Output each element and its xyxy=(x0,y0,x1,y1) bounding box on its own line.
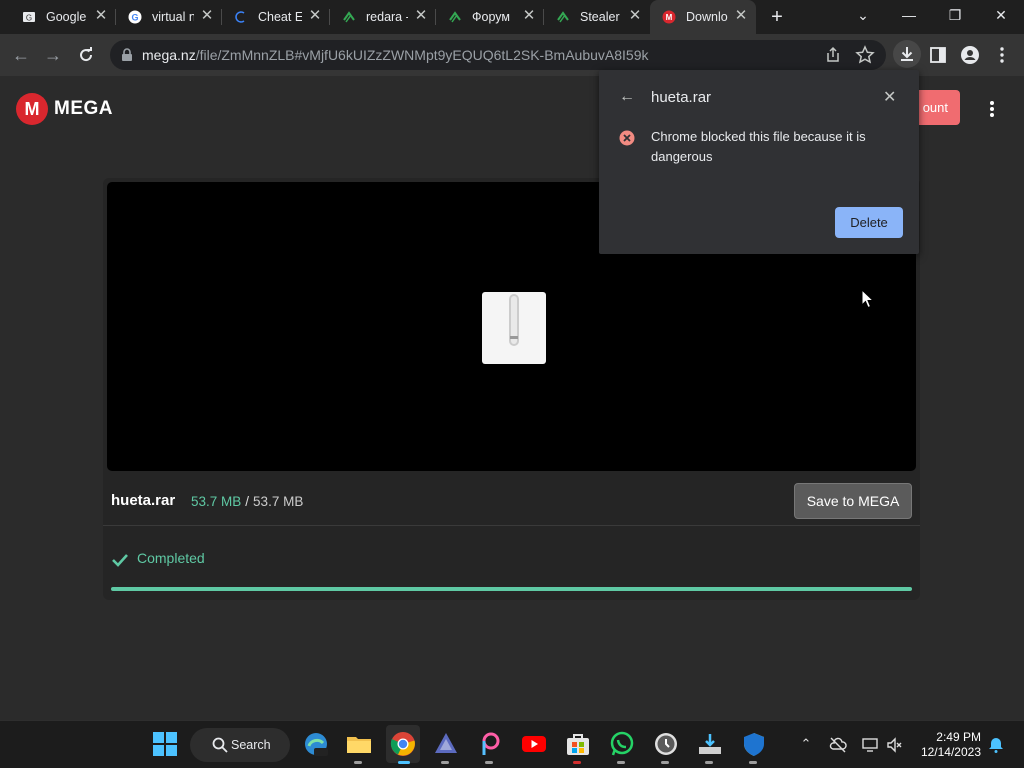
tab-close-icon[interactable]: ✕ xyxy=(733,8,749,24)
downloaded-size: 53.7 MB xyxy=(191,494,242,509)
address-bar[interactable]: mega.nz/file/ZmMnnZLB#vMjfU6kUIZzZWNMpt9… xyxy=(110,40,886,70)
close-window-button[interactable]: ✕ xyxy=(978,0,1024,30)
windows-taskbar: Search ⌃ 2:49 PM 12/14/2023 xyxy=(0,720,1024,768)
search-icon xyxy=(212,737,228,753)
tab-forum[interactable]: Форум ✕ xyxy=(436,0,544,34)
picsart-icon[interactable] xyxy=(477,731,503,757)
delete-button[interactable]: Delete xyxy=(835,207,903,238)
mega-favicon-icon: M xyxy=(662,10,676,24)
mega-logo-icon[interactable]: M xyxy=(16,93,48,125)
more-menu-icon[interactable] xyxy=(986,100,998,118)
mega-logo-text[interactable]: MEGA xyxy=(54,98,113,120)
back-button[interactable]: ← xyxy=(10,44,32,66)
back-arrow-icon[interactable]: ← xyxy=(619,88,635,106)
tab-search-icon[interactable]: ⌄ xyxy=(840,0,886,30)
google-favicon-icon: G xyxy=(128,10,142,24)
clock-time: 2:49 PM xyxy=(936,730,981,744)
tab-close-icon[interactable]: ✕ xyxy=(307,8,323,24)
clock-app-icon[interactable] xyxy=(653,731,679,757)
download-icon xyxy=(901,47,913,61)
tab-label: Форум xyxy=(472,10,510,24)
notification-bell-icon[interactable] xyxy=(987,736,1005,754)
tab-close-icon[interactable]: ✕ xyxy=(521,8,537,24)
tab-close-icon[interactable]: ✕ xyxy=(199,8,215,24)
total-size: 53.7 MB xyxy=(253,494,304,509)
tab-label: Downlo xyxy=(686,10,728,24)
progress-bar xyxy=(111,587,912,591)
tab-close-icon[interactable]: ✕ xyxy=(627,8,643,24)
blocked-message: Chrome blocked this file because it is d… xyxy=(651,129,866,164)
save-to-mega-button[interactable]: Save to MEGA xyxy=(794,483,912,519)
forward-button[interactable]: → xyxy=(42,44,64,66)
archive-file-icon xyxy=(482,292,546,364)
bookmark-star-icon[interactable] xyxy=(854,44,876,66)
tab-stealer[interactable]: Stealer ✕ xyxy=(544,0,650,34)
forum-favicon-icon xyxy=(343,11,355,23)
close-icon[interactable]: ✕ xyxy=(883,87,896,107)
tab-label: Cheat E xyxy=(258,10,302,24)
file-name: hueta.rar xyxy=(111,492,176,509)
tab-label: Stealer xyxy=(580,10,620,24)
system-clock[interactable]: 2:49 PM 12/14/2023 xyxy=(916,730,981,760)
check-icon xyxy=(112,554,128,567)
tab-label: redara - xyxy=(366,10,408,24)
svg-text:M: M xyxy=(666,13,673,22)
file-info-bar: hueta.rar 53.7 MB/53.7 MB Save to MEGA xyxy=(103,476,920,526)
tab-strip: G Google ✕ G virtual n ✕ Cheat E ✕ redar… xyxy=(0,0,1024,34)
download-bubble: ← hueta.rar ✕ Chrome blocked this file b… xyxy=(599,70,919,254)
side-panel-icon[interactable] xyxy=(927,44,949,66)
windows-start-icon[interactable] xyxy=(152,731,178,757)
affinity-designer-icon[interactable] xyxy=(433,731,459,757)
chrome-menu-icon[interactable] xyxy=(991,44,1013,66)
error-icon xyxy=(619,130,635,146)
chrome-icon[interactable] xyxy=(390,731,416,757)
forum-favicon-icon xyxy=(449,11,461,23)
restore-button[interactable]: ❐ xyxy=(932,0,978,30)
tab-close-icon[interactable]: ✕ xyxy=(93,8,109,24)
mouse-cursor-icon xyxy=(861,289,874,309)
share-icon[interactable] xyxy=(822,44,844,66)
minimize-button[interactable]: — xyxy=(886,0,932,30)
svg-text:G: G xyxy=(26,14,32,23)
reload-button[interactable] xyxy=(75,44,97,66)
tab-close-icon[interactable]: ✕ xyxy=(413,8,429,24)
url-text: mega.nz/file/ZmMnnZLB#vMjfU6kUIZzZWNMpt9… xyxy=(142,47,649,63)
taskbar-search[interactable]: Search xyxy=(190,728,290,762)
tab-cheat-engine[interactable]: Cheat E ✕ xyxy=(222,0,330,34)
installer-icon[interactable] xyxy=(697,731,723,757)
lock-icon xyxy=(122,48,132,61)
status-text: Completed xyxy=(137,550,205,566)
new-tab-button[interactable]: + xyxy=(767,7,787,27)
search-label: Search xyxy=(231,738,271,752)
tab-mega-download[interactable]: M Downlo ✕ xyxy=(650,0,756,34)
tab-label: virtual n xyxy=(152,10,194,24)
tab-google-search[interactable]: G virtual n ✕ xyxy=(116,0,222,34)
security-shield-icon[interactable] xyxy=(741,731,767,757)
cheat-engine-favicon-icon xyxy=(235,11,245,23)
file-explorer-icon[interactable] xyxy=(346,731,372,757)
show-hidden-icons-chevron-up-icon[interactable]: ⌃ xyxy=(797,736,815,754)
forum-favicon-icon xyxy=(557,11,569,23)
profile-icon[interactable] xyxy=(959,44,981,66)
reload-icon xyxy=(80,47,93,62)
youtube-icon[interactable] xyxy=(521,731,547,757)
downloads-button[interactable] xyxy=(893,40,921,68)
edge-beta-icon[interactable] xyxy=(303,731,329,757)
tab-forum-redara[interactable]: redara - ✕ xyxy=(330,0,436,34)
tab-gmail[interactable]: G Google ✕ xyxy=(10,0,116,34)
svg-text:G: G xyxy=(131,13,138,23)
volume-muted-icon[interactable] xyxy=(886,736,904,754)
file-size: 53.7 MB/53.7 MB xyxy=(191,494,304,509)
cloud-offline-icon[interactable] xyxy=(829,736,847,754)
network-icon[interactable] xyxy=(861,736,879,754)
tab-label: Google xyxy=(46,10,86,24)
whatsapp-icon[interactable] xyxy=(609,731,635,757)
clock-date: 12/14/2023 xyxy=(920,745,981,759)
microsoft-store-icon[interactable] xyxy=(565,731,591,757)
download-filename: hueta.rar xyxy=(651,89,712,106)
gmail-favicon-icon: G xyxy=(23,12,35,23)
